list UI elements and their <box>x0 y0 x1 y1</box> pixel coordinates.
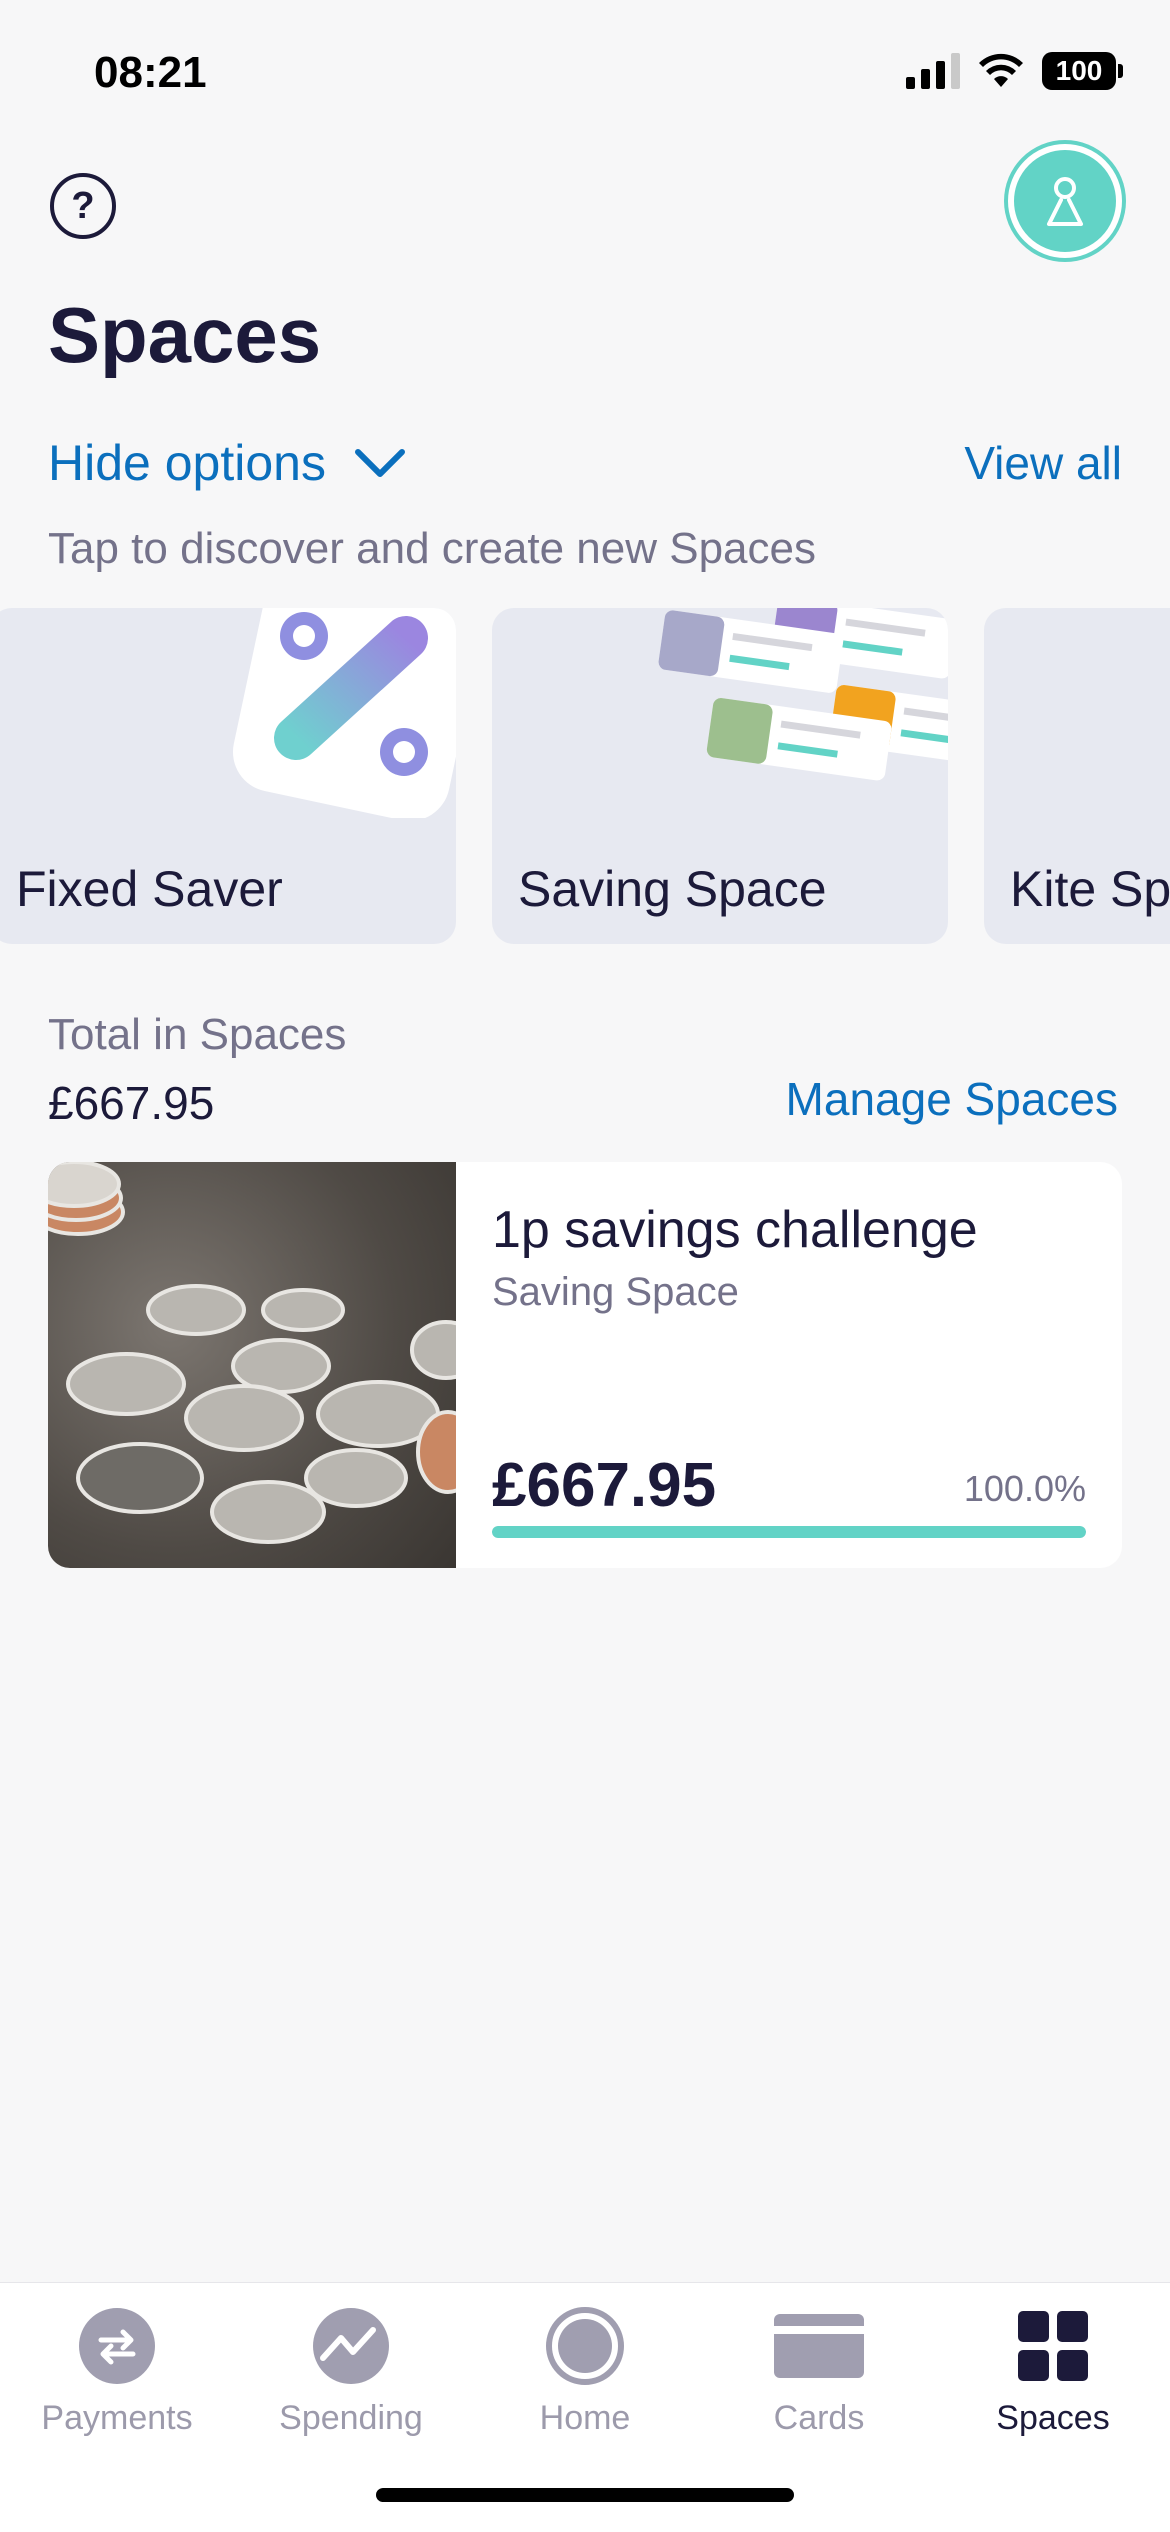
percent-illustration <box>232 608 456 818</box>
profile-avatar-button[interactable] <box>1008 144 1122 258</box>
person-icon <box>1047 177 1083 226</box>
tab-label: Spending <box>279 2399 423 2437</box>
help-button[interactable]: ? <box>50 173 116 239</box>
home-indicator <box>376 2488 794 2502</box>
spending-icon <box>306 2301 396 2391</box>
saving-space-illustration <box>658 608 948 781</box>
tab-home[interactable]: Home <box>468 2283 702 2443</box>
spaces-icon <box>1008 2301 1098 2391</box>
status-icons: 100 <box>906 52 1123 90</box>
status-time: 08:21 <box>94 48 207 97</box>
manage-spaces-link[interactable]: Manage Spaces <box>786 1072 1118 1126</box>
question-icon: ? <box>71 184 95 227</box>
options-subtitle: Tap to discover and create new Spaces <box>48 524 817 573</box>
space-progress-fill <box>492 1526 1086 1538</box>
signal-icon <box>906 53 960 89</box>
total-in-spaces-amount: £667.95 <box>48 1077 215 1129</box>
tab-label: Cards <box>773 2399 865 2437</box>
view-all-link[interactable]: View all <box>964 436 1122 490</box>
option-card-label: Saving Space <box>518 861 827 917</box>
tab-label: Payments <box>41 2399 193 2437</box>
payments-icon <box>72 2301 162 2391</box>
tab-spending[interactable]: Spending <box>234 2283 468 2443</box>
chevron-down-icon <box>354 449 405 477</box>
option-card-label: Kite Sp <box>1010 861 1170 917</box>
coins-photo <box>48 1162 456 1568</box>
page-title: Spaces <box>48 291 322 379</box>
battery-icon: 100 <box>1042 52 1123 90</box>
space-amount: £667.95 <box>492 1451 717 1520</box>
total-in-spaces-label: Total in Spaces <box>48 1010 347 1059</box>
space-progress-percent: 100.0% <box>963 1468 1086 1509</box>
hide-options-label: Hide options <box>48 435 326 491</box>
tab-spaces[interactable]: Spaces <box>936 2283 1170 2443</box>
space-progress-bar <box>492 1526 1086 1538</box>
option-card-label: Fixed Saver <box>16 861 283 917</box>
cards-icon <box>774 2301 864 2391</box>
option-card-fixed-saver[interactable]: Fixed Saver <box>0 608 456 944</box>
tab-payments[interactable]: Payments <box>0 2283 234 2443</box>
space-type: Saving Space <box>492 1270 739 1314</box>
home-icon <box>540 2301 630 2391</box>
space-name: 1p savings challenge <box>492 1201 978 1259</box>
wifi-icon <box>979 53 1023 87</box>
tab-cards[interactable]: Cards <box>702 2283 936 2443</box>
hide-options-toggle[interactable]: Hide options <box>48 434 406 492</box>
tab-label: Home <box>539 2399 631 2437</box>
option-card-saving-space[interactable]: Saving Space <box>492 608 948 944</box>
tab-label: Spaces <box>996 2399 1110 2437</box>
spaces-screen: 08:21 100 ? Spaces Hide options View all… <box>0 0 1170 2532</box>
option-card-kite-space[interactable]: Kite Sp <box>984 608 1170 944</box>
space-card[interactable]: 1p savings challenge Saving Space £667.9… <box>48 1162 1122 1568</box>
